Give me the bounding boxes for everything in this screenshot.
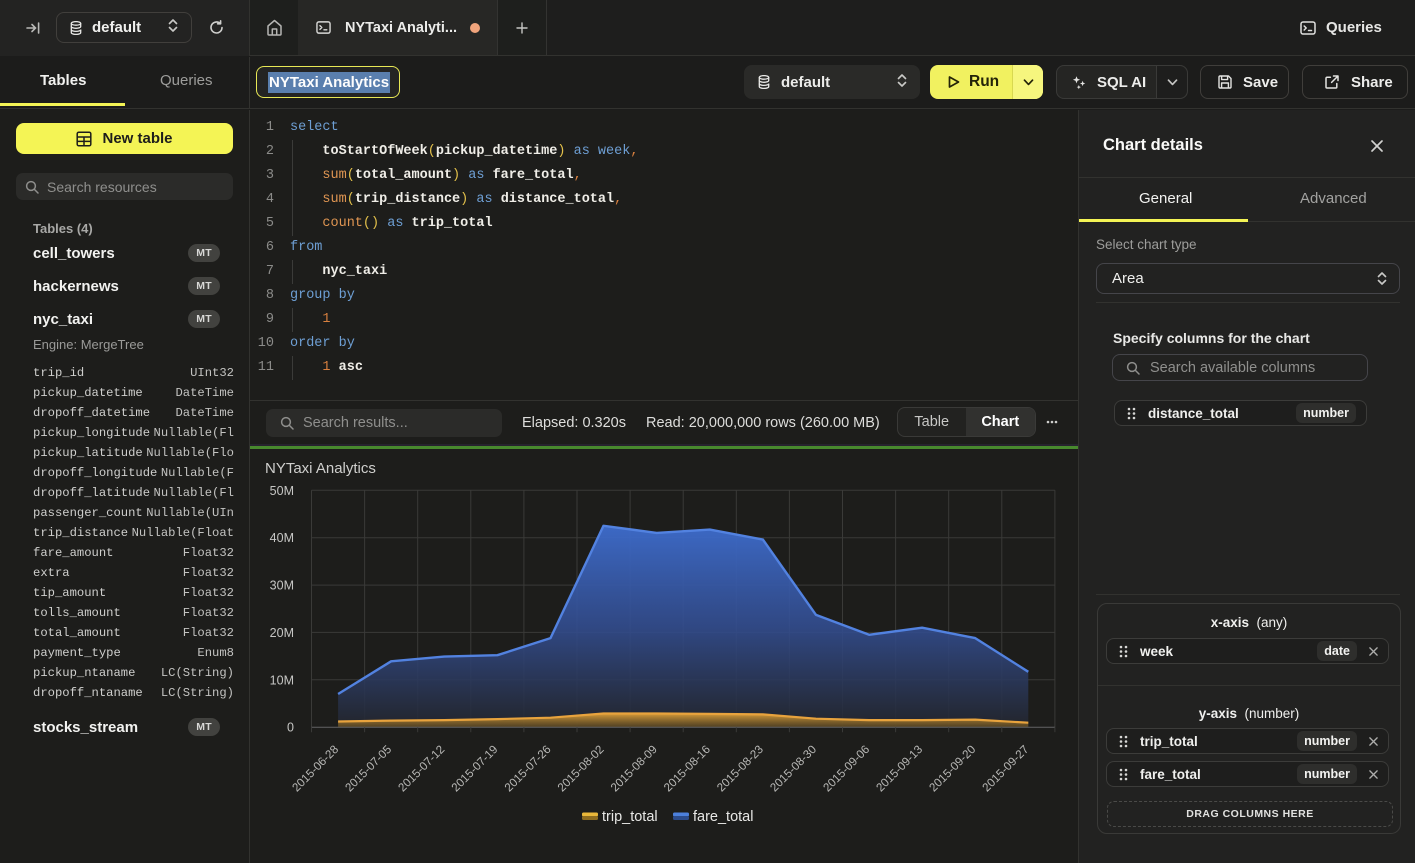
svg-text:2015-08-23: 2015-08-23 <box>715 743 766 794</box>
svg-text:20M: 20M <box>270 626 294 640</box>
svg-text:fare_total: fare_total <box>693 809 753 825</box>
svg-text:2015-09-06: 2015-09-06 <box>821 743 872 794</box>
svg-text:2015-09-20: 2015-09-20 <box>927 743 979 795</box>
svg-text:2015-08-16: 2015-08-16 <box>661 743 712 794</box>
svg-text:2015-08-30: 2015-08-30 <box>768 743 820 795</box>
svg-text:2015-08-09: 2015-08-09 <box>608 743 659 794</box>
svg-text:0: 0 <box>287 721 294 735</box>
svg-text:trip_total: trip_total <box>602 809 658 825</box>
svg-text:2015-07-12: 2015-07-12 <box>396 743 447 794</box>
svg-text:2015-09-13: 2015-09-13 <box>874 743 925 794</box>
svg-text:30M: 30M <box>270 579 294 593</box>
svg-text:2015-07-26: 2015-07-26 <box>502 743 553 794</box>
svg-text:2015-08-02: 2015-08-02 <box>555 743 606 794</box>
svg-text:2015-07-05: 2015-07-05 <box>343 743 395 795</box>
svg-text:2015-06-28: 2015-06-28 <box>290 743 341 794</box>
svg-text:50M: 50M <box>270 484 294 498</box>
svg-text:40M: 40M <box>270 531 294 545</box>
svg-text:10M: 10M <box>270 673 294 687</box>
svg-text:2015-09-27: 2015-09-27 <box>980 743 1031 794</box>
svg-text:2015-07-19: 2015-07-19 <box>449 743 500 794</box>
